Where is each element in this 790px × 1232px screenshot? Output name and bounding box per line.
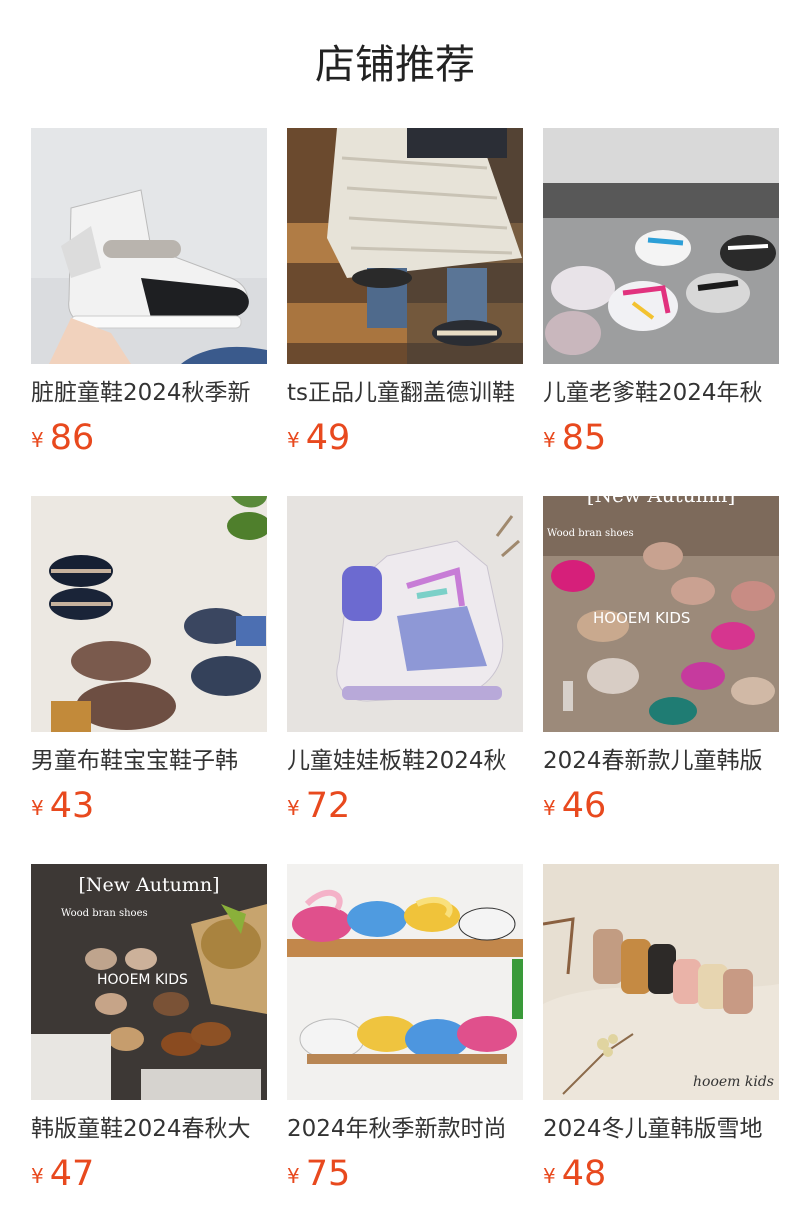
product-card[interactable]: 脏脏童鞋2024秋季新 ¥86 (31, 128, 267, 468)
overlay-headline: [New Autumn] (587, 496, 736, 507)
overlay-brand: hooem kids (693, 1074, 774, 1090)
product-image[interactable] (543, 128, 779, 364)
product-price: ¥47 (31, 1152, 94, 1196)
product-price: ¥75 (287, 1152, 350, 1196)
product-name[interactable]: 儿童老爹鞋2024年秋 (543, 376, 779, 410)
currency-symbol: ¥ (543, 428, 556, 452)
product-image[interactable] (287, 864, 523, 1100)
product-card[interactable]: 儿童娃娃板鞋2024秋 ¥72 (287, 496, 523, 836)
product-image[interactable]: [New Autumn] Wood bran shoes HOOEM KIDS (31, 864, 267, 1100)
product-name[interactable]: 儿童娃娃板鞋2024秋 (287, 744, 523, 778)
product-card[interactable]: hooem kids 2024冬儿童韩版雪地 ¥48 (543, 864, 779, 1204)
product-price: ¥43 (31, 784, 94, 828)
overlay-headline: [New Autumn] (78, 874, 219, 896)
product-price: ¥46 (543, 784, 606, 828)
section-title: 店铺推荐 (315, 42, 475, 88)
price-value: 48 (561, 1154, 607, 1194)
price-value: 75 (305, 1154, 351, 1194)
price-value: 86 (49, 418, 95, 458)
product-name[interactable]: ts正品儿童翻盖德训鞋 (287, 376, 523, 410)
product-price: ¥72 (287, 784, 350, 828)
product-image[interactable]: [New Autumn] Wood bran shoes HOOEM KIDS (543, 496, 779, 732)
currency-symbol: ¥ (543, 1164, 556, 1188)
product-name[interactable]: 男童布鞋宝宝鞋子韩 (31, 744, 267, 778)
product-name[interactable]: 2024年秋季新款时尚 (287, 1112, 523, 1146)
overlay-subtitle: Wood bran shoes (547, 528, 634, 539)
product-image[interactable] (31, 128, 267, 364)
product-card[interactable]: [New Autumn] Wood bran shoes HOOEM KIDS … (31, 864, 267, 1204)
product-image[interactable]: hooem kids (543, 864, 779, 1100)
overlay-brand: HOOEM KIDS (97, 972, 188, 988)
price-value: 46 (561, 786, 607, 826)
product-name[interactable]: 2024冬儿童韩版雪地 (543, 1112, 779, 1146)
currency-symbol: ¥ (543, 796, 556, 820)
overlay-brand: HOOEM KIDS (593, 609, 690, 627)
product-card[interactable]: 男童布鞋宝宝鞋子韩 ¥43 (31, 496, 267, 836)
product-price: ¥48 (543, 1152, 606, 1196)
product-card[interactable]: 2024年秋季新款时尚 ¥75 (287, 864, 523, 1204)
currency-symbol: ¥ (31, 796, 44, 820)
product-image[interactable] (287, 496, 523, 732)
price-value: 85 (561, 418, 607, 458)
price-value: 49 (305, 418, 351, 458)
currency-symbol: ¥ (287, 796, 300, 820)
price-value: 47 (49, 1154, 95, 1194)
product-price: ¥86 (31, 416, 94, 460)
currency-symbol: ¥ (287, 1164, 300, 1188)
product-card[interactable]: 儿童老爹鞋2024年秋 ¥85 (543, 128, 779, 468)
currency-symbol: ¥ (287, 428, 300, 452)
product-card[interactable]: [New Autumn] Wood bran shoes HOOEM KIDS … (543, 496, 779, 836)
product-image[interactable] (287, 128, 523, 364)
product-image[interactable] (31, 496, 267, 732)
price-value: 72 (305, 786, 351, 826)
overlay-subtitle: Wood bran shoes (61, 908, 148, 919)
price-value: 43 (49, 786, 95, 826)
product-name[interactable]: 脏脏童鞋2024秋季新 (31, 376, 267, 410)
currency-symbol: ¥ (31, 1164, 44, 1188)
product-name[interactable]: 2024春新款儿童韩版 (543, 744, 779, 778)
product-card[interactable]: ts正品儿童翻盖德训鞋 ¥49 (287, 128, 523, 468)
currency-symbol: ¥ (31, 428, 44, 452)
product-name[interactable]: 韩版童鞋2024春秋大 (31, 1112, 267, 1146)
product-price: ¥85 (543, 416, 606, 460)
product-price: ¥49 (287, 416, 350, 460)
